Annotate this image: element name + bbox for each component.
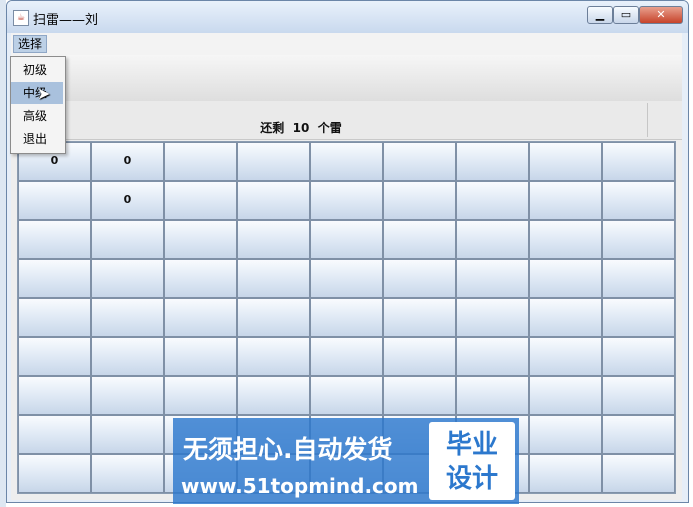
minimize-button[interactable]: ▁ <box>587 6 613 24</box>
watermark-url: www.51topmind.com <box>181 474 419 498</box>
mine-cell[interactable] <box>456 181 529 220</box>
close-icon: ✕ <box>656 8 666 21</box>
mine-cell[interactable]: 0 <box>91 181 164 220</box>
menu-bar: 选择 <box>11 33 682 55</box>
mines-remaining-label: 还剩 10 个雷 <box>11 119 591 136</box>
watermark-text: 无须担心.自动发货 <box>183 435 393 464</box>
mine-cell[interactable] <box>164 298 237 337</box>
mine-cell[interactable] <box>237 298 310 337</box>
mine-cell[interactable] <box>529 337 602 376</box>
mine-cell[interactable] <box>456 259 529 298</box>
mine-cell[interactable] <box>237 337 310 376</box>
watermark-badge: 毕业 设计 <box>429 422 515 500</box>
menu-item-beginner[interactable]: 初级 <box>11 59 63 81</box>
menu-select[interactable]: 选择 <box>13 35 47 53</box>
mine-cell[interactable] <box>18 337 91 376</box>
mine-cell[interactable] <box>18 298 91 337</box>
mine-cell[interactable] <box>602 337 675 376</box>
minimize-icon: ▁ <box>595 8 605 21</box>
mine-cell[interactable] <box>91 337 164 376</box>
mine-cell[interactable] <box>602 298 675 337</box>
select-menu-dropdown: 初级 中级 高级 退出 <box>10 56 66 154</box>
mine-cell[interactable] <box>237 376 310 415</box>
mine-cell[interactable] <box>383 337 456 376</box>
mine-cell[interactable] <box>237 259 310 298</box>
mine-cell[interactable] <box>237 181 310 220</box>
mine-cell[interactable]: 0 <box>91 142 164 181</box>
mine-cell[interactable] <box>18 181 91 220</box>
mine-cell[interactable] <box>456 298 529 337</box>
mine-cell[interactable] <box>383 220 456 259</box>
mine-cell[interactable] <box>18 220 91 259</box>
mine-cell[interactable] <box>310 181 383 220</box>
mine-cell[interactable] <box>602 376 675 415</box>
menu-item-exit[interactable]: 退出 <box>11 128 63 150</box>
mine-cell[interactable] <box>529 454 602 493</box>
mine-cell[interactable] <box>164 376 237 415</box>
mines-remaining-suffix: 个雷 <box>317 121 342 135</box>
mine-cell[interactable] <box>529 220 602 259</box>
mine-cell[interactable] <box>310 376 383 415</box>
mine-cell[interactable] <box>383 259 456 298</box>
title-bar[interactable]: ☕ 扫雷——刘 ▁ ▭ ✕ <box>7 1 688 33</box>
menu-item-advanced[interactable]: 高级 <box>11 105 63 127</box>
mine-cell[interactable] <box>18 259 91 298</box>
mine-cell[interactable] <box>91 415 164 454</box>
mine-cell[interactable] <box>383 181 456 220</box>
mine-cell[interactable] <box>164 142 237 181</box>
mine-cell[interactable] <box>164 220 237 259</box>
mine-cell[interactable] <box>456 376 529 415</box>
mine-cell[interactable] <box>164 259 237 298</box>
status-divider <box>647 103 648 137</box>
mine-cell[interactable] <box>456 337 529 376</box>
mine-cell[interactable] <box>383 142 456 181</box>
mine-cell[interactable] <box>602 259 675 298</box>
mine-cell[interactable] <box>237 142 310 181</box>
mine-cell[interactable] <box>91 259 164 298</box>
maximize-button[interactable]: ▭ <box>613 6 639 24</box>
mine-cell[interactable] <box>237 220 310 259</box>
mine-cell[interactable] <box>310 298 383 337</box>
mine-cell[interactable] <box>529 259 602 298</box>
mine-cell[interactable] <box>383 298 456 337</box>
mine-cell[interactable] <box>383 376 456 415</box>
mine-cell[interactable] <box>456 142 529 181</box>
close-button[interactable]: ✕ <box>639 6 683 24</box>
status-panel: 还剩 10 个雷 <box>11 101 682 140</box>
window-title: 扫雷——刘 <box>33 13 99 28</box>
toolbar-area <box>11 55 682 102</box>
mine-cell[interactable] <box>529 415 602 454</box>
mine-cell[interactable] <box>602 454 675 493</box>
java-app-icon: ☕ <box>13 10 29 26</box>
mine-cell[interactable] <box>310 220 383 259</box>
mine-cell[interactable] <box>602 415 675 454</box>
mine-cell[interactable] <box>91 454 164 493</box>
mine-cell[interactable] <box>602 142 675 181</box>
mine-cell[interactable] <box>602 220 675 259</box>
maximize-icon: ▭ <box>620 8 632 21</box>
mine-cell[interactable] <box>18 376 91 415</box>
mine-cell[interactable] <box>456 220 529 259</box>
mine-cell[interactable] <box>602 181 675 220</box>
mine-cell[interactable] <box>91 376 164 415</box>
mine-cell[interactable] <box>18 415 91 454</box>
mine-cell[interactable] <box>91 298 164 337</box>
watermark-banner: 无须担心.自动发货 www.51topmind.com 毕业 设计 <box>173 418 519 504</box>
mine-cell[interactable] <box>529 298 602 337</box>
mouse-pointer-icon: ➤ <box>37 84 51 103</box>
mines-remaining-prefix: 还剩 <box>260 121 285 135</box>
mine-cell[interactable] <box>529 181 602 220</box>
mines-remaining-count: 10 <box>292 121 310 135</box>
mine-cell[interactable] <box>164 181 237 220</box>
mine-cell[interactable] <box>529 376 602 415</box>
mine-cell[interactable] <box>529 142 602 181</box>
mine-cell[interactable] <box>310 142 383 181</box>
mine-cell[interactable] <box>91 220 164 259</box>
mine-cell[interactable] <box>310 337 383 376</box>
mine-cell[interactable] <box>310 259 383 298</box>
mine-cell[interactable] <box>18 454 91 493</box>
mine-cell[interactable] <box>164 337 237 376</box>
